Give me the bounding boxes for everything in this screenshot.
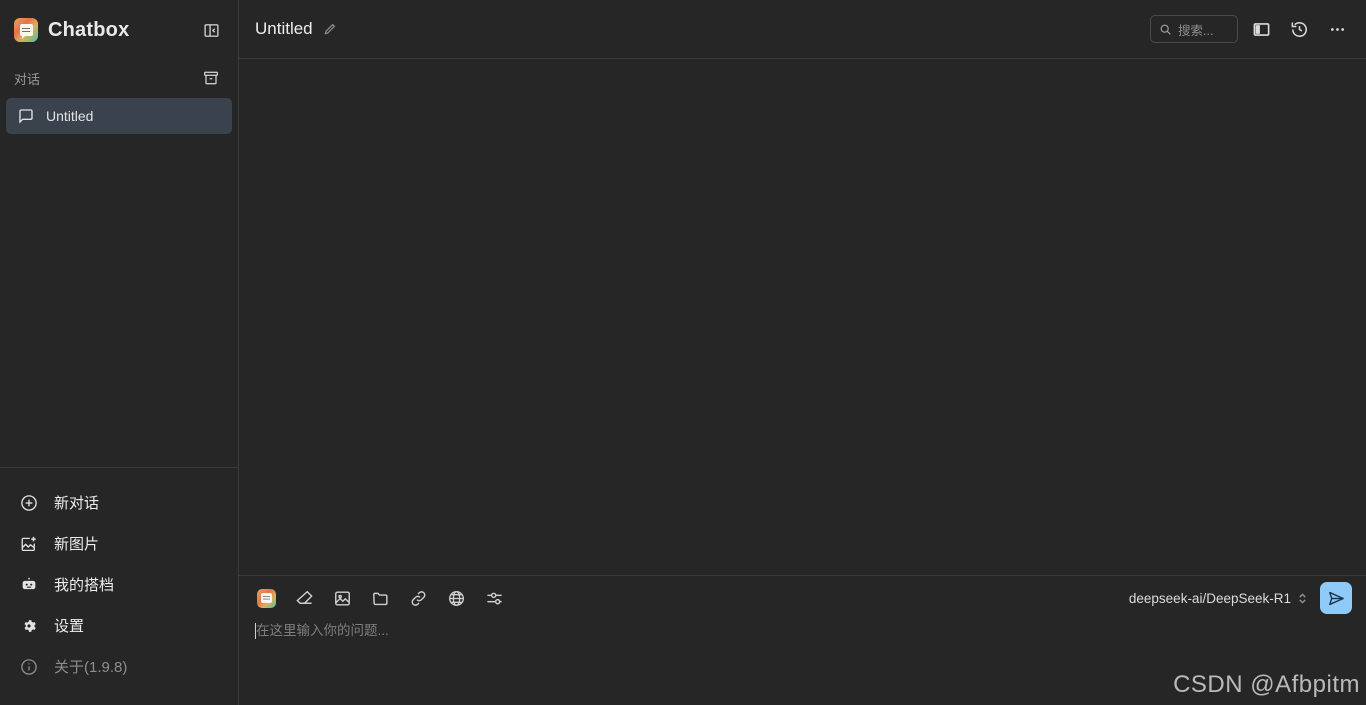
brand-row: Chatbox xyxy=(0,0,238,60)
sidebar-item-about[interactable]: 关于(1.9.8) xyxy=(0,646,238,687)
image-plus-icon xyxy=(20,535,38,553)
conversation-list: Untitled xyxy=(0,92,238,134)
folder-icon[interactable] xyxy=(369,587,391,609)
message-square-icon xyxy=(18,108,34,124)
search-placeholder: 搜索... xyxy=(1178,23,1214,38)
brand-name: Chatbox xyxy=(48,18,130,41)
main-panel: Untitled 搜索... 在这里输入你的问题... deepseek-ai/… xyxy=(239,0,1366,705)
model-selector[interactable]: deepseek-ai/DeepSeek-R1 xyxy=(1129,591,1308,606)
robot-icon xyxy=(20,576,38,594)
search-icon xyxy=(1159,23,1172,36)
message-canvas xyxy=(239,59,1366,575)
sidebar-nav: 新对话 新图片 我的搭档 设置 关于(1.9.8) xyxy=(0,467,238,705)
more-horizontal-icon[interactable] xyxy=(1322,14,1352,44)
archive-icon[interactable] xyxy=(198,65,224,91)
sidebar-item-label: 关于(1.9.8) xyxy=(54,659,128,676)
app-root: Chatbox 对话 Untitled 新对话 新图片 我的搭档 设置 关于(1… xyxy=(0,0,1366,705)
list-item[interactable]: Untitled xyxy=(6,98,232,134)
sidebar-item-label: 设置 xyxy=(54,618,85,635)
plus-circle-icon xyxy=(20,494,38,512)
chevron-up-down-icon xyxy=(1297,591,1308,606)
list-item-label: Untitled xyxy=(46,108,94,124)
composer-actions: deepseek-ai/DeepSeek-R1 xyxy=(1129,582,1352,614)
send-icon xyxy=(1327,589,1346,608)
info-circle-icon xyxy=(20,658,38,676)
sliders-icon[interactable] xyxy=(483,587,505,609)
panel-collapse-icon[interactable] xyxy=(198,17,224,43)
watermark: CSDN @Afbpitm xyxy=(1173,671,1360,698)
pencil-icon[interactable] xyxy=(321,20,339,38)
section-label: 对话 xyxy=(14,71,41,87)
split-panel-icon[interactable] xyxy=(1246,14,1276,44)
composer: 在这里输入你的问题... deepseek-ai/DeepSeek-R1 CSD… xyxy=(239,575,1366,705)
prompt-placeholder: 在这里输入你的问题... xyxy=(256,623,389,638)
sidebar-item-settings[interactable]: 设置 xyxy=(0,605,238,646)
sidebar-item-my-copilots[interactable]: 我的搭档 xyxy=(0,564,238,605)
conversations-section-header: 对话 xyxy=(0,64,238,92)
sidebar-item-new-image[interactable]: 新图片 xyxy=(0,523,238,564)
model-name: deepseek-ai/DeepSeek-R1 xyxy=(1128,590,1291,606)
sidebar: Chatbox 对话 Untitled 新对话 新图片 我的搭档 设置 关于(1… xyxy=(0,0,239,705)
image-icon[interactable] xyxy=(331,587,353,609)
page-title: Untitled xyxy=(255,19,313,38)
topbar: Untitled 搜索... xyxy=(239,0,1366,59)
eraser-icon[interactable] xyxy=(293,587,315,609)
chatbox-logo-icon[interactable] xyxy=(255,587,277,609)
globe-icon[interactable] xyxy=(445,587,467,609)
sidebar-item-label: 新图片 xyxy=(54,536,100,553)
gear-icon xyxy=(20,617,38,635)
history-icon[interactable] xyxy=(1284,14,1314,44)
search-input[interactable]: 搜索... xyxy=(1150,15,1238,43)
send-button[interactable] xyxy=(1320,582,1352,614)
sidebar-item-label: 我的搭档 xyxy=(54,577,115,594)
prompt-input[interactable]: 在这里输入你的问题... xyxy=(239,620,1366,640)
sidebar-item-label: 新对话 xyxy=(54,495,100,512)
chatbox-logo-icon xyxy=(14,18,38,42)
link-icon[interactable] xyxy=(407,587,429,609)
sidebar-item-new-chat[interactable]: 新对话 xyxy=(0,482,238,523)
